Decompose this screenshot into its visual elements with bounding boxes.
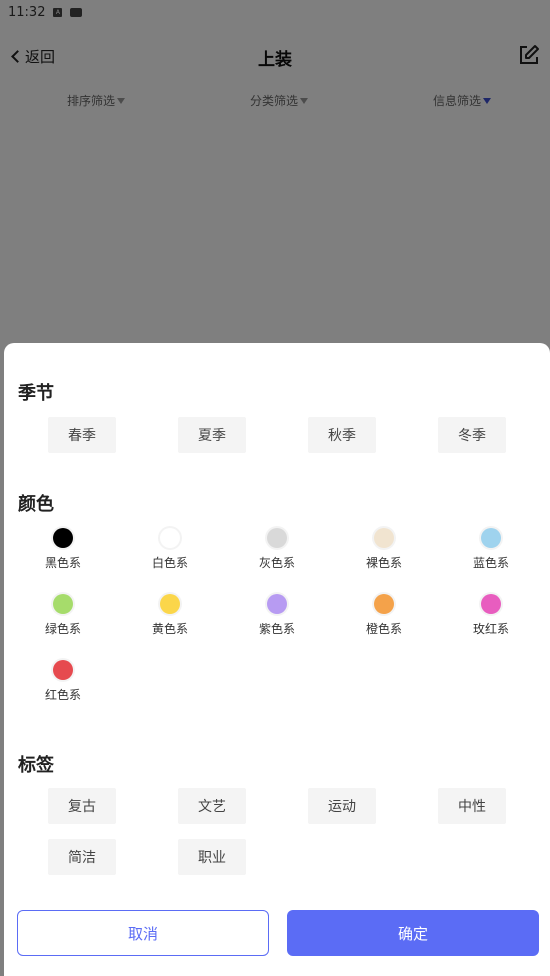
tag-option[interactable]: 中性 (438, 788, 506, 824)
tag-option[interactable]: 职业 (178, 839, 246, 875)
color-swatch (374, 528, 394, 548)
color-option-label: 裸色系 (365, 556, 402, 570)
color-swatch-ring (51, 592, 75, 616)
color-swatch (374, 594, 394, 614)
tag-option[interactable]: 文艺 (178, 788, 246, 824)
season-option[interactable]: 秋季 (308, 417, 376, 453)
color-swatch-ring (372, 526, 396, 550)
season-section-title: 季节 (18, 383, 54, 404)
color-swatch-ring (265, 526, 289, 550)
color-option[interactable]: 红色系 (28, 658, 98, 714)
filter-bottom-sheet: 季节 春季 夏季 秋季 冬季 颜色 黑色系 白色系 灰色系 裸色系 蓝色系绿色系 黄色系 紫… (4, 343, 550, 976)
season-option[interactable]: 冬季 (438, 417, 506, 453)
color-swatch (53, 528, 73, 548)
color-swatch-ring (51, 526, 75, 550)
color-option-label: 黑色系 (44, 556, 81, 570)
season-option[interactable]: 春季 (48, 417, 116, 453)
color-swatch (481, 594, 501, 614)
color-option-label: 红色系 (44, 688, 81, 702)
color-option-label: 灰色系 (258, 556, 295, 570)
color-swatch (267, 528, 287, 548)
color-option[interactable]: 白色系 (135, 526, 205, 582)
season-option[interactable]: 夏季 (178, 417, 246, 453)
color-option[interactable]: 裸色系 (349, 526, 419, 582)
color-swatch-ring (51, 658, 75, 682)
color-option[interactable]: 橙色系 (349, 592, 419, 648)
color-option[interactable]: 黑色系 (28, 526, 98, 582)
color-option[interactable]: 绿色系 (28, 592, 98, 648)
color-swatch (160, 594, 180, 614)
color-option-label: 橙色系 (365, 622, 402, 636)
color-swatch-ring (479, 592, 503, 616)
tag-option[interactable]: 运动 (308, 788, 376, 824)
color-swatch (481, 528, 501, 548)
color-option[interactable]: 蓝色系 (456, 526, 526, 582)
color-option[interactable]: 紫色系 (242, 592, 312, 648)
color-swatch-ring (372, 592, 396, 616)
color-swatch-ring (158, 592, 182, 616)
color-swatch (267, 594, 287, 614)
color-section-title: 颜色 (18, 494, 54, 515)
color-swatch (53, 660, 73, 680)
color-option[interactable]: 玫红系 (456, 592, 526, 648)
color-option-label: 紫色系 (258, 622, 295, 636)
color-option[interactable]: 灰色系 (242, 526, 312, 582)
color-option[interactable]: 黄色系 (135, 592, 205, 648)
color-swatch (53, 594, 73, 614)
tag-option[interactable]: 简洁 (48, 839, 116, 875)
tags-section-title: 标签 (18, 755, 54, 776)
color-option-label: 蓝色系 (472, 556, 509, 570)
tag-option[interactable]: 复古 (48, 788, 116, 824)
color-swatch-ring (265, 592, 289, 616)
color-swatch-ring (158, 526, 182, 550)
confirm-button[interactable]: 确定 (287, 910, 539, 956)
color-option-label: 绿色系 (44, 622, 81, 636)
color-swatch-ring (479, 526, 503, 550)
color-option-label: 玫红系 (472, 622, 509, 636)
cancel-button[interactable]: 取消 (17, 910, 269, 956)
color-option-label: 黄色系 (151, 622, 188, 636)
color-option-label: 白色系 (151, 556, 188, 570)
color-swatch (160, 528, 180, 548)
